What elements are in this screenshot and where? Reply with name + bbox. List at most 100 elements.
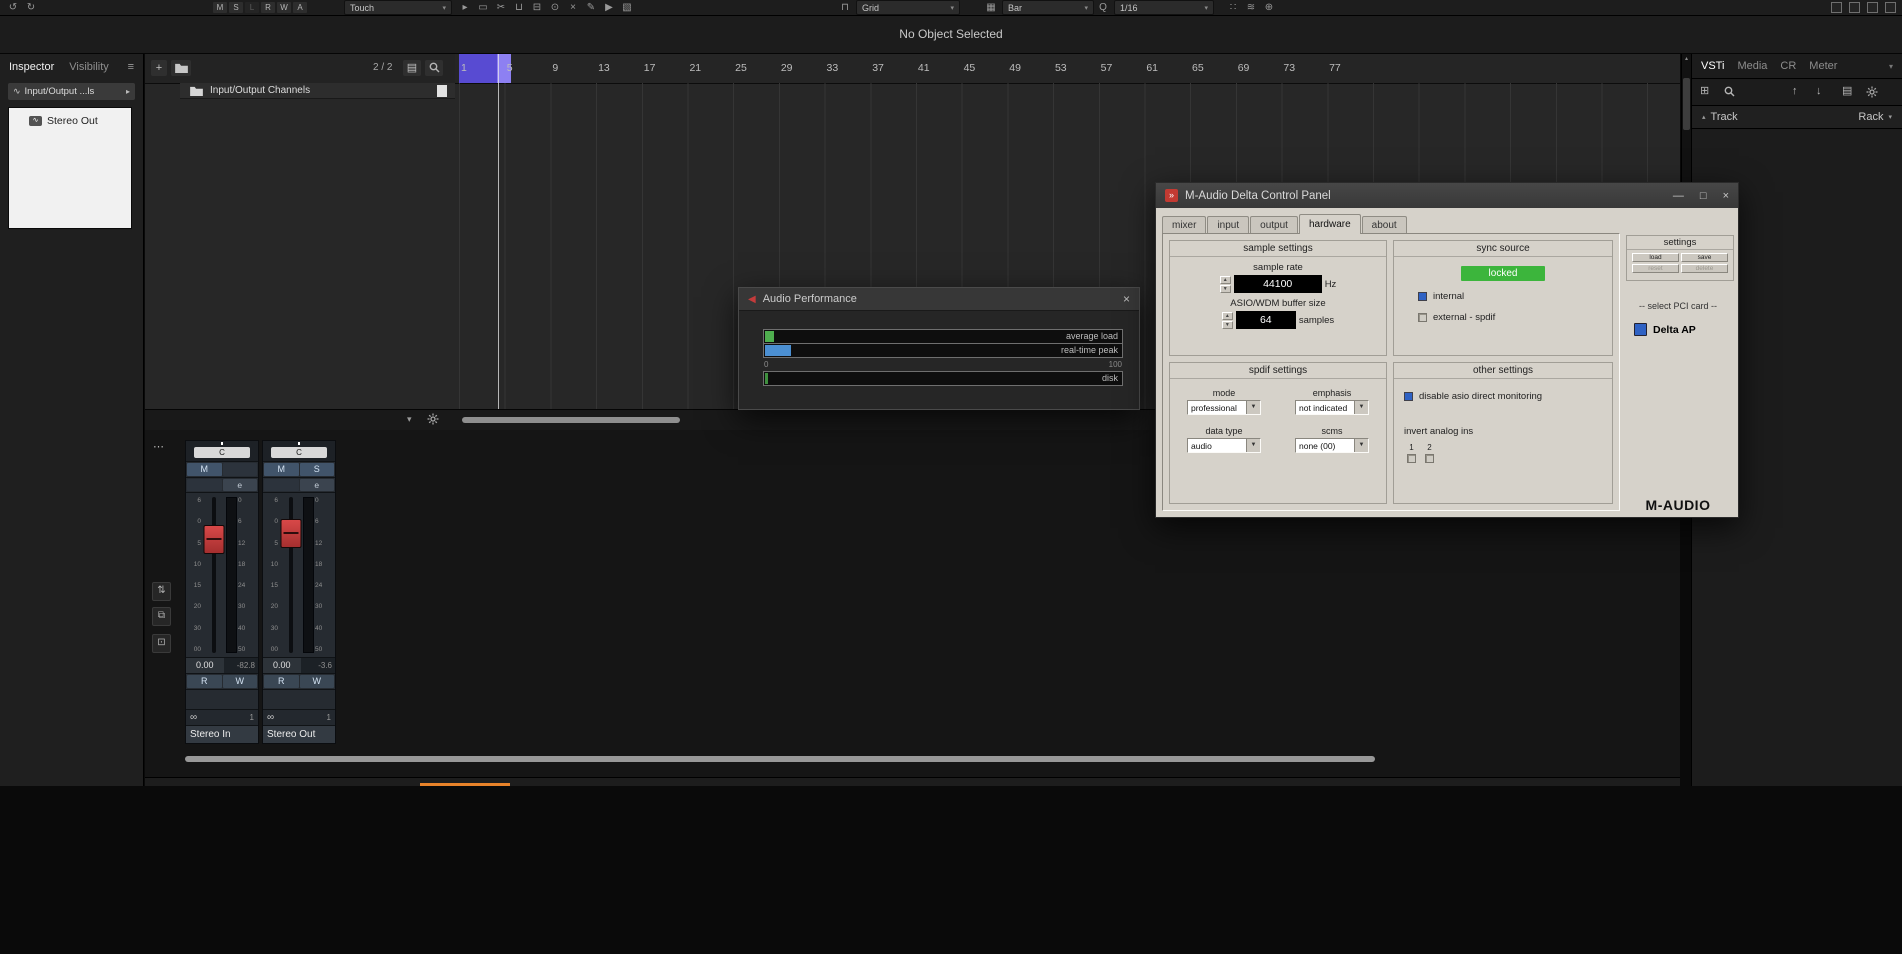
invert-ch2-checkbox[interactable] xyxy=(1425,454,1434,463)
track-io-channels[interactable]: Input/Output Channels xyxy=(180,83,455,99)
play-tool-icon[interactable]: ▶ xyxy=(602,1,616,14)
listen-button[interactable] xyxy=(187,479,222,491)
spinner-down-icon[interactable]: ▼ xyxy=(1221,320,1233,329)
color-tool-icon[interactable]: ▧ xyxy=(620,1,634,14)
split-tool-icon[interactable]: ✂ xyxy=(494,1,508,14)
mixer-panels-icon[interactable]: ⧉ xyxy=(152,607,171,626)
vertical-scrollbar-thumb[interactable] xyxy=(1683,78,1690,130)
automation-letter-button[interactable]: L xyxy=(245,2,259,13)
tab-cr[interactable]: CR xyxy=(1780,60,1796,72)
mixer-scrollbar-thumb[interactable] xyxy=(185,756,1375,762)
channel-name[interactable]: Stereo In xyxy=(186,726,258,743)
inspector-menu-icon[interactable]: ≡ xyxy=(128,61,134,73)
search-icon[interactable] xyxy=(425,60,443,76)
volume-value[interactable]: 0.00 xyxy=(263,658,301,673)
maximize-icon[interactable]: □ xyxy=(1700,190,1707,202)
datatype-select[interactable]: audio ▼ xyxy=(1187,438,1261,453)
io-channels-button[interactable]: ∿ Input/Output ...ls ▸ xyxy=(8,83,135,100)
window-layout-button-4[interactable] xyxy=(1885,2,1896,13)
quantize-select[interactable]: 1/16 ▾ xyxy=(1114,0,1214,15)
object-select-tool-icon[interactable]: ▸ xyxy=(458,1,472,14)
internal-checkbox[interactable] xyxy=(1418,292,1427,301)
tab-inspector[interactable]: Inspector xyxy=(9,61,54,73)
chevron-down-icon[interactable]: ▼ xyxy=(1354,439,1368,452)
tab-vsti[interactable]: VSTi xyxy=(1701,60,1724,72)
add-track-button[interactable]: + xyxy=(151,60,167,76)
find-instrument-icon[interactable] xyxy=(1724,86,1735,101)
spinner-up-icon[interactable]: ▲ xyxy=(1219,275,1231,284)
automation-mode-select[interactable]: Touch ▾ xyxy=(344,0,452,15)
output-routing[interactable]: ∞ 1 xyxy=(186,710,258,726)
chevron-down-icon[interactable]: ▾ xyxy=(1889,62,1893,71)
external-spdif-option[interactable]: external - spdif xyxy=(1418,312,1612,323)
delete-button[interactable]: delete xyxy=(1681,264,1728,273)
automation-letter-button[interactable]: W xyxy=(277,2,291,13)
pan-value[interactable]: C xyxy=(271,447,327,458)
pan-value[interactable]: C xyxy=(194,447,250,458)
buffer-size-value[interactable]: 64 xyxy=(1235,311,1296,329)
horizontal-scrollbar-thumb[interactable] xyxy=(462,417,680,423)
buffer-size-spinner[interactable]: ▲ ▼ xyxy=(1221,311,1233,329)
tab-mixer[interactable]: mixer xyxy=(1162,216,1207,234)
mixer-fader-section-icon[interactable]: ⇅ xyxy=(152,582,171,601)
spinner-down-icon[interactable]: ▼ xyxy=(1219,284,1231,293)
disable-asio-monitoring-option[interactable]: disable asio direct monitoring xyxy=(1404,391,1612,402)
audio-alignment-icon[interactable]: ≋ xyxy=(1244,1,1258,14)
preset-icon[interactable]: ▤ xyxy=(1842,84,1852,98)
automation-letter-button[interactable]: R xyxy=(261,2,275,13)
erase-tool-icon[interactable]: ⊟ xyxy=(530,1,544,14)
track-color-chip[interactable] xyxy=(437,85,447,97)
solo-button[interactable]: S xyxy=(299,463,334,476)
toolbar-options-icon[interactable]: ⊕ xyxy=(1262,1,1276,14)
output-routing[interactable]: ∞ 1 xyxy=(263,710,335,726)
sample-rate-value[interactable]: 44100 xyxy=(1233,275,1322,293)
spinner-up-icon[interactable]: ▲ xyxy=(1221,311,1233,320)
mode-select[interactable]: professional ▼ xyxy=(1187,400,1261,415)
iterative-quantize-icon[interactable]: ∷ xyxy=(1226,1,1240,14)
chevron-down-icon[interactable]: ▼ xyxy=(1246,439,1260,452)
collapse-track-icon[interactable]: ▴ xyxy=(1702,113,1706,121)
folder-button[interactable] xyxy=(171,60,191,76)
mute-button[interactable]: M xyxy=(187,463,222,476)
draw-tool-icon[interactable]: ✎ xyxy=(584,1,598,14)
grid-type-icon[interactable]: ▦ xyxy=(984,1,998,14)
tab-visibility[interactable]: Visibility xyxy=(69,61,109,73)
solo-button[interactable] xyxy=(222,463,257,476)
disable-asio-monitoring-checkbox[interactable] xyxy=(1404,392,1413,401)
range-select-tool-icon[interactable]: ▭ xyxy=(476,1,490,14)
window-layout-button-1[interactable] xyxy=(1831,2,1842,13)
chevron-down-icon[interactable]: ▼ xyxy=(1246,401,1260,414)
volume-value[interactable]: 0.00 xyxy=(186,658,224,673)
save-button[interactable]: save xyxy=(1681,253,1728,262)
grid-type-select[interactable]: Bar ▾ xyxy=(1002,0,1094,15)
mute-button[interactable]: M xyxy=(264,463,299,476)
snap-icon[interactable]: ⊓ xyxy=(838,1,852,14)
emphasis-select[interactable]: not indicated ▼ xyxy=(1295,400,1369,415)
volume-fader[interactable] xyxy=(280,519,302,548)
pan-control[interactable]: C xyxy=(186,441,258,462)
write-automation-button[interactable]: W xyxy=(299,675,334,688)
tab-meter[interactable]: Meter xyxy=(1809,60,1837,72)
external-spdif-checkbox[interactable] xyxy=(1418,313,1427,322)
zoom-tool-icon[interactable]: ⊙ xyxy=(548,1,562,14)
stereo-out-list-item[interactable]: ∿ Stereo Out xyxy=(9,108,131,127)
move-down-icon[interactable]: ↓ xyxy=(1816,84,1822,98)
pci-card-delta-ap[interactable]: Delta AP xyxy=(1634,323,1696,336)
lower-zone-tab-strip[interactable] xyxy=(145,777,1680,786)
invert-ch1-checkbox[interactable] xyxy=(1407,454,1416,463)
undo-icon[interactable]: ↺ xyxy=(6,1,20,14)
peak-value[interactable]: -82.8 xyxy=(223,658,258,673)
close-icon[interactable]: × xyxy=(1123,292,1130,306)
channel-name[interactable]: Stereo Out xyxy=(263,726,335,743)
automation-letter-button[interactable]: A xyxy=(293,2,307,13)
audio-performance-titlebar[interactable]: ◀ Audio Performance × xyxy=(739,288,1139,311)
gear-icon[interactable] xyxy=(427,413,439,427)
timeline-ruler[interactable]: 1 5 9 13 17 21 25 29 33 37 41 45 49 53 57 61 65 69 73 77 xyxy=(455,54,1680,84)
chevron-down-icon[interactable]: ▼ xyxy=(1354,401,1368,414)
volume-fader[interactable] xyxy=(203,525,225,554)
snap-type-select[interactable]: Grid ▾ xyxy=(856,0,960,15)
minimize-icon[interactable]: — xyxy=(1673,190,1684,202)
vsti-track-label[interactable]: Track xyxy=(1711,111,1738,123)
tab-about[interactable]: about xyxy=(1361,216,1407,234)
tab-output[interactable]: output xyxy=(1250,216,1298,234)
